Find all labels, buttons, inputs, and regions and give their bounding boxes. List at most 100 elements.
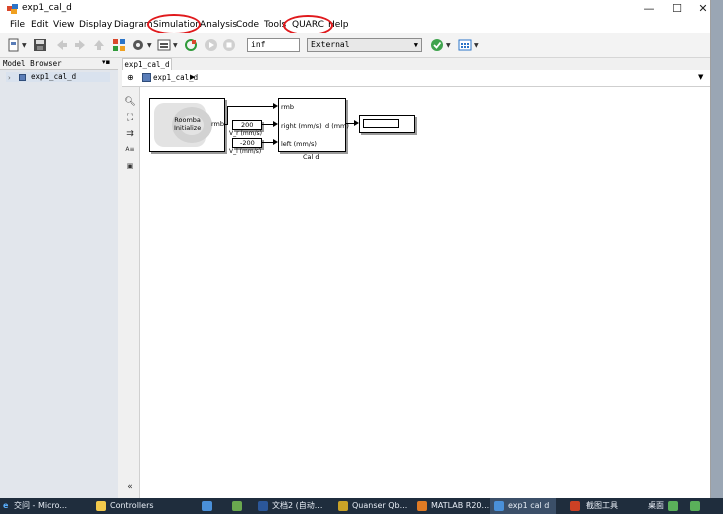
constant-v-r-value: 200 <box>241 121 254 129</box>
chevron-down-icon[interactable]: ▼ <box>698 73 703 81</box>
wire-vr-to-subsystem <box>261 124 273 125</box>
back-icon[interactable] <box>55 38 69 52</box>
simulink-app-icon <box>7 4 18 14</box>
constant-v-r-name: V_r (mm/s) <box>229 130 262 137</box>
title-bar[interactable]: exp1_cal_d — ☐ ✕ <box>0 0 710 18</box>
advisor-dropdown-icon[interactable]: ▼ <box>173 42 178 49</box>
tree-item-exp1-cal-d[interactable]: › exp1_cal_d <box>6 72 110 82</box>
model-browser-tree: › exp1_cal_d <box>0 70 118 498</box>
menu-edit[interactable]: Edit <box>29 19 50 32</box>
build-dropdown-icon[interactable]: ▼ <box>474 42 479 49</box>
chevron-down-icon: ▼ <box>413 41 418 49</box>
model-icon <box>19 74 26 81</box>
task-exp1-cal-d[interactable]: exp1 cal d <box>508 500 549 512</box>
image-icon[interactable]: ▣ <box>124 160 136 172</box>
hide-browser-icon[interactable]: ⊕ <box>127 73 134 82</box>
wire-rmb-vertical <box>227 106 228 125</box>
model-browser-options-icon[interactable]: ▾▪ <box>102 58 110 66</box>
annotation-icon[interactable]: A≡ <box>124 144 136 156</box>
stop-icon[interactable] <box>222 38 236 52</box>
save-icon[interactable] <box>33 38 47 52</box>
run-icon[interactable] <box>204 38 218 52</box>
collapse-palette-icon[interactable]: « <box>124 481 136 493</box>
build-icon[interactable] <box>458 38 472 52</box>
tray-icon[interactable] <box>690 501 700 511</box>
display-value <box>363 119 399 128</box>
simulink-window: exp1_cal_d — ☐ ✕ File Edit View Display … <box>0 0 711 498</box>
new-model-dropdown-icon[interactable]: ▼ <box>22 42 27 49</box>
constant-v-l-value: -200 <box>240 139 255 147</box>
cal-d-subsystem-block[interactable]: rmb right (mm/s) left (mm/s) d (mm) <box>278 98 349 152</box>
desktop-label[interactable]: 桌面 <box>648 500 664 512</box>
breadcrumb: ⊕ exp1_cal_d ▶ ▼ <box>122 70 710 87</box>
model-settings-icon[interactable] <box>131 38 145 52</box>
forward-icon[interactable] <box>73 38 87 52</box>
quanser-icon <box>338 501 348 511</box>
window-title: exp1_cal_d <box>22 3 72 13</box>
desktop-strip <box>710 0 723 514</box>
task-word-doc[interactable]: 交问 - Micro... <box>14 500 67 512</box>
stop-time-input[interactable]: inf <box>247 38 300 52</box>
task-controllers[interactable]: Controllers <box>110 500 154 512</box>
wire-arrowhead <box>273 103 278 109</box>
wire-arrowhead <box>273 121 278 127</box>
subsystem-input-right: right (mm/s) <box>281 122 322 130</box>
maximize-button[interactable]: ☐ <box>664 1 690 17</box>
task-snipping-tool[interactable]: 截图工具 <box>586 500 618 512</box>
roomba-port-label: rmb <box>211 120 225 128</box>
word-icon <box>258 501 268 511</box>
toolbar: ▼ ▼ ▼ inf External ▼ ▼ ▼ <box>0 33 710 58</box>
wire-arrowhead <box>273 139 278 145</box>
app-icon <box>232 501 242 511</box>
model-browser-header: Model Browser ▾▪ <box>0 58 118 70</box>
tree-item-label: exp1_cal_d <box>31 72 77 81</box>
step-back-icon[interactable] <box>184 38 198 52</box>
up-icon[interactable] <box>92 38 106 52</box>
menu-bar: File Edit View Display Diagram Simulatio… <box>0 14 710 36</box>
roomba-initialize-block[interactable]: Roomba Initialize rmb <box>149 98 225 152</box>
menu-view[interactable]: View <box>51 19 76 32</box>
edge-icon[interactable]: e <box>3 500 8 512</box>
arrow-icon[interactable]: ⇉ <box>124 128 136 140</box>
wire-arrowhead <box>354 120 359 126</box>
taskbar: e 交问 - Micro... Controllers 文档2 (自动... Q… <box>0 498 723 514</box>
task-quanser[interactable]: Quanser Qb... <box>352 500 407 512</box>
simulink-icon <box>494 501 504 511</box>
matlab-icon <box>417 501 427 511</box>
expand-arrow-icon[interactable]: › <box>8 74 11 82</box>
settings-dropdown-icon[interactable]: ▼ <box>147 42 152 49</box>
menu-analysis[interactable]: Analysis <box>198 19 239 32</box>
menu-display[interactable]: Display <box>77 19 114 32</box>
diagram-canvas[interactable]: Roomba Initialize rmb 200 V_r (mm/s) -20… <box>140 87 710 498</box>
task-word-doc2[interactable]: 文档2 (自动... <box>272 500 322 512</box>
wire-vl-to-subsystem <box>261 142 273 143</box>
constant-v-r-block[interactable]: 200 <box>232 120 262 130</box>
task-matlab[interactable]: MATLAB R20... <box>431 500 489 512</box>
snipping-tool-icon <box>570 501 580 511</box>
new-model-icon[interactable] <box>7 38 21 52</box>
simulation-mode-value: External <box>311 40 350 49</box>
model-advisor-icon[interactable] <box>157 38 171 52</box>
roomba-block-label: Roomba Initialize <box>174 116 202 132</box>
constant-v-l-name: V_l (mm/s) <box>229 148 262 155</box>
library-browser-icon[interactable] <box>112 38 126 52</box>
tray-icon[interactable] <box>668 501 678 511</box>
zoom-icon[interactable]: 🔍︎ <box>124 96 136 108</box>
display-block[interactable] <box>359 115 415 133</box>
check-dropdown-icon[interactable]: ▼ <box>446 42 451 49</box>
fit-view-icon[interactable]: ⛶ <box>124 112 136 124</box>
simulation-highlight-ring <box>147 14 201 35</box>
model-check-icon[interactable] <box>430 38 444 52</box>
breadcrumb-arrow-icon: ▶ <box>190 73 196 81</box>
app-icon <box>202 501 212 511</box>
simulation-mode-select[interactable]: External ▼ <box>307 38 422 52</box>
menu-code[interactable]: Code <box>234 19 261 32</box>
menu-file[interactable]: File <box>8 19 27 32</box>
model-icon <box>142 73 151 82</box>
close-button[interactable]: ✕ <box>690 1 716 17</box>
wire-d-to-display <box>345 123 354 124</box>
constant-v-l-block[interactable]: -200 <box>232 138 262 148</box>
subsystem-input-rmb: rmb <box>281 103 295 111</box>
minimize-button[interactable]: — <box>636 1 662 17</box>
subsystem-input-left: left (mm/s) <box>281 140 317 148</box>
